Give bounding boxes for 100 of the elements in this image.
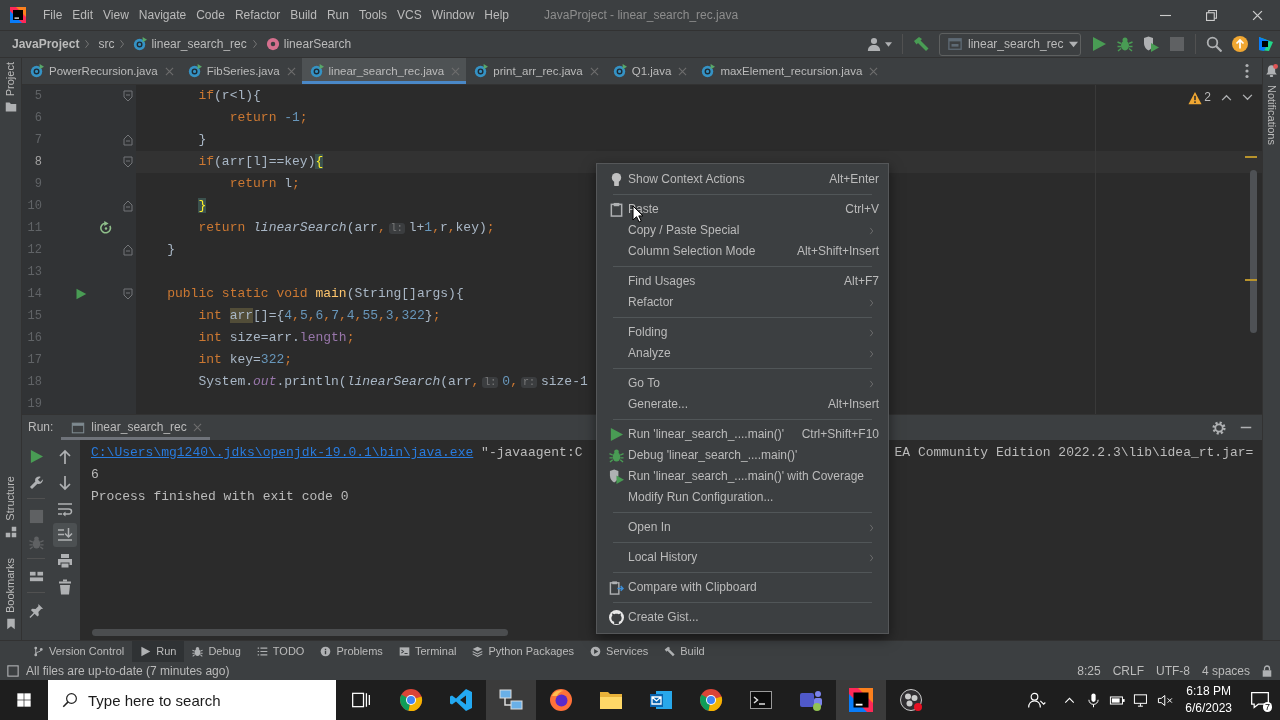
console-link[interactable]: C:\Users\mg1240\.jdks\openjdk-19.0.1\bin\java.exe bbox=[91, 445, 474, 460]
profile-button[interactable] bbox=[867, 37, 892, 51]
run-icon[interactable] bbox=[28, 448, 44, 464]
menu-bar-item[interactable]: VCS bbox=[391, 7, 427, 23]
search-field[interactable]: Type here to search bbox=[48, 680, 336, 720]
menu-item[interactable]: Debug 'linear_search_....main()' bbox=[597, 445, 888, 466]
more-options-icon[interactable] bbox=[1245, 63, 1249, 79]
menu-item[interactable]: Run 'linear_search_....main()' Ctrl+Shift+F10 bbox=[597, 424, 888, 445]
tool-window-button[interactable]: TODO bbox=[248, 641, 313, 662]
menu-item[interactable]: Analyze bbox=[597, 343, 888, 364]
up-arrow-circle-icon[interactable] bbox=[1232, 36, 1248, 52]
menu-item[interactable]: Column Selection Mode Alt+Shift+Insert bbox=[597, 241, 888, 262]
menu-bar-item[interactable]: Code bbox=[191, 7, 230, 23]
settings-icon[interactable] bbox=[1212, 420, 1226, 435]
trash-icon[interactable] bbox=[57, 579, 73, 595]
lock-icon[interactable] bbox=[1262, 665, 1272, 677]
tool-window-button[interactable]: Services bbox=[582, 641, 657, 662]
tool-window-button[interactable]: Run bbox=[132, 641, 185, 662]
tool-window-button[interactable]: Debug bbox=[184, 641, 249, 662]
menu-item[interactable]: Open In bbox=[597, 517, 888, 538]
speech-bubble-icon[interactable] bbox=[1250, 690, 1270, 710]
taskbar-button[interactable] bbox=[836, 680, 886, 720]
editor-tab[interactable]: print_arr_rec.java bbox=[466, 58, 605, 84]
status-widget[interactable]: CRLF bbox=[1112, 663, 1144, 679]
restore-icon[interactable] bbox=[1205, 9, 1217, 21]
status-widget[interactable]: 8:25 bbox=[1077, 663, 1101, 679]
editor-tab[interactable]: linear_search_rec.java bbox=[301, 58, 467, 84]
tool-window-button[interactable]: Python Packages bbox=[464, 641, 583, 662]
wrench-icon[interactable] bbox=[28, 474, 44, 490]
horizontal-scrollbar[interactable] bbox=[92, 629, 508, 636]
tool-window-tab[interactable]: Notifications bbox=[1264, 64, 1279, 145]
menu-item[interactable]: Local History bbox=[597, 547, 888, 568]
shield-play-icon[interactable] bbox=[1143, 36, 1159, 52]
menu-item[interactable]: Run 'linear_search_....main()' with Coverage bbox=[597, 466, 888, 487]
menu-bar-item[interactable]: View bbox=[98, 7, 134, 23]
breadcrumb[interactable]: linear_search_rec bbox=[133, 36, 247, 52]
status-widget[interactable]: UTF-8 bbox=[1155, 663, 1190, 679]
tool-window-button[interactable]: Build bbox=[656, 641, 713, 662]
menu-bar-item[interactable]: Tools bbox=[353, 7, 392, 23]
search-icon[interactable] bbox=[1206, 36, 1222, 52]
scrollbar-thumb[interactable] bbox=[1250, 170, 1257, 333]
menu-item[interactable]: Folding bbox=[597, 322, 888, 343]
tool-window-tab[interactable]: Structure bbox=[3, 476, 18, 538]
start-icon[interactable] bbox=[16, 692, 32, 708]
gradient-logo-icon[interactable] bbox=[1258, 36, 1274, 52]
fold-icon[interactable] bbox=[122, 134, 133, 146]
hammer-icon[interactable] bbox=[913, 36, 929, 52]
fold-icon[interactable] bbox=[122, 156, 133, 168]
breadcrumb[interactable]: linearSearch bbox=[265, 36, 352, 52]
menu-item[interactable]: Refactor bbox=[597, 292, 888, 313]
pin-icon[interactable] bbox=[28, 602, 44, 618]
tool-window-button[interactable]: Version Control bbox=[25, 641, 133, 662]
menu-bar-item[interactable]: Run bbox=[321, 7, 354, 23]
fold-icon[interactable] bbox=[122, 288, 133, 300]
menu-bar-item[interactable]: Build bbox=[285, 7, 322, 23]
menu-item[interactable]: Copy / Paste Special bbox=[597, 220, 888, 241]
taskbar-button[interactable] bbox=[486, 680, 536, 720]
chevron-down-icon[interactable] bbox=[1242, 94, 1253, 101]
tool-window-tab[interactable]: Bookmarks bbox=[3, 557, 18, 630]
scroll-to-end-icon[interactable] bbox=[53, 523, 77, 547]
run-icon[interactable] bbox=[75, 288, 87, 300]
people-icon[interactable] bbox=[1027, 690, 1048, 710]
tool-window-button[interactable]: Problems bbox=[312, 641, 391, 662]
menu-item[interactable]: Find Usages Alt+F7 bbox=[597, 271, 888, 292]
tool-window-tab[interactable]: Project bbox=[3, 62, 18, 114]
editor-tab[interactable]: FibSeries.java bbox=[179, 58, 302, 84]
menu-item[interactable]: Compare with Clipboard bbox=[597, 577, 888, 598]
menu-item[interactable]: Show Context Actions Alt+Enter bbox=[597, 169, 888, 190]
fold-icon[interactable] bbox=[122, 244, 133, 256]
editor-tab[interactable]: PowerRecursion.java bbox=[22, 58, 180, 84]
square-icon[interactable] bbox=[7, 665, 19, 677]
down-arrow-icon[interactable] bbox=[57, 475, 73, 491]
menu-item[interactable]: Modify Run Configuration... bbox=[597, 487, 888, 508]
editor-tab[interactable]: maxElement_recursion.java bbox=[693, 58, 885, 84]
menu-bar-item[interactable]: Navigate bbox=[133, 7, 192, 23]
run-icon[interactable] bbox=[1091, 36, 1107, 52]
run-configuration-dropdown[interactable]: linear_search_rec bbox=[939, 32, 1081, 56]
printer-icon[interactable] bbox=[57, 553, 73, 569]
chevron-up-icon[interactable] bbox=[1221, 94, 1232, 101]
soft-wrap-icon[interactable] bbox=[57, 501, 73, 517]
bug-icon[interactable] bbox=[1117, 36, 1133, 52]
breadcrumb[interactable]: JavaProject bbox=[12, 36, 80, 52]
menu-bar-item[interactable]: Refactor bbox=[229, 7, 286, 23]
menu-item[interactable]: Generate... Alt+Insert bbox=[597, 394, 888, 415]
editor-tab[interactable]: Q1.java bbox=[604, 58, 694, 84]
menu-item[interactable]: Go To bbox=[597, 373, 888, 394]
status-widget[interactable]: 4 spaces bbox=[1201, 663, 1250, 679]
breadcrumb[interactable]: src bbox=[98, 36, 115, 52]
menu-bar-item[interactable]: Edit bbox=[67, 7, 99, 23]
up-arrow-icon[interactable] bbox=[57, 449, 73, 465]
menu-bar-item[interactable]: File bbox=[38, 7, 68, 23]
problems-widget[interactable]: 2 bbox=[1188, 90, 1211, 105]
menu-bar-item[interactable]: Window bbox=[426, 7, 480, 23]
menu-bar-item[interactable]: Help bbox=[479, 7, 515, 23]
minimize-icon[interactable] bbox=[1240, 426, 1252, 429]
fold-icon[interactable] bbox=[122, 90, 133, 102]
menu-item[interactable]: Create Gist... bbox=[597, 607, 888, 628]
tool-window-button[interactable]: Terminal bbox=[390, 641, 465, 662]
monitor-icon[interactable] bbox=[1132, 691, 1150, 709]
fold-icon[interactable] bbox=[122, 200, 133, 212]
